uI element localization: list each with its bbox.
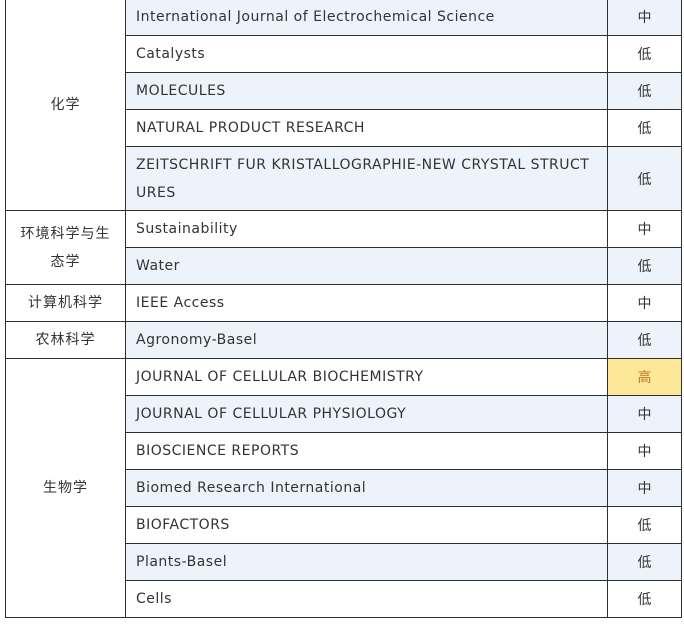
category-cell: 环境科学与生态学 xyxy=(5,210,126,285)
category-cell: 计算机科学 xyxy=(5,284,126,322)
risk-level: 中 xyxy=(607,0,682,36)
category-cell: 化学 xyxy=(5,0,126,211)
journal-name: Catalysts xyxy=(125,35,608,73)
table-row: 计算机科学 IEEE Access 中 xyxy=(5,284,682,322)
risk-level: 低 xyxy=(607,109,682,147)
journal-name: Water xyxy=(125,247,608,285)
journal-table: 化学 International Journal of Electrochemi… xyxy=(5,0,682,618)
journal-name: Sustainability xyxy=(125,210,608,248)
risk-level: 低 xyxy=(607,580,682,618)
risk-level: 低 xyxy=(607,146,682,211)
risk-level: 中 xyxy=(607,284,682,322)
risk-level: 低 xyxy=(607,506,682,544)
journal-name: Plants-Basel xyxy=(125,543,608,581)
risk-level: 中 xyxy=(607,395,682,433)
table-row: 农林科学 Agronomy-Basel 低 xyxy=(5,321,682,359)
risk-level: 低 xyxy=(607,543,682,581)
journal-name: BIOSCIENCE REPORTS xyxy=(125,432,608,470)
journal-name: Agronomy-Basel xyxy=(125,321,608,359)
journal-name: JOURNAL OF CELLULAR PHYSIOLOGY xyxy=(125,395,608,433)
journal-name: BIOFACTORS xyxy=(125,506,608,544)
journal-name: Cells xyxy=(125,580,608,618)
risk-level: 低 xyxy=(607,321,682,359)
journal-name: IEEE Access xyxy=(125,284,608,322)
journal-name: International Journal of Electrochemical… xyxy=(125,0,608,36)
category-cell: 农林科学 xyxy=(5,321,126,359)
table-row: 环境科学与生态学 Sustainability 中 xyxy=(5,210,682,285)
journal-name: MOLECULES xyxy=(125,72,608,110)
risk-level: 中 xyxy=(607,432,682,470)
journal-name: Biomed Research International xyxy=(125,469,608,507)
risk-level: 低 xyxy=(607,35,682,73)
category-cell: 生物学 xyxy=(5,358,126,618)
table-row: 生物学 JOURNAL OF CELLULAR BIOCHEMISTRY 高 xyxy=(5,358,682,618)
risk-level: 中 xyxy=(607,210,682,248)
journal-name: ZEITSCHRIFT FUR KRISTALLOGRAPHIE-NEW CRY… xyxy=(125,146,608,211)
journal-name: JOURNAL OF CELLULAR BIOCHEMISTRY xyxy=(125,358,608,396)
risk-level-high: 高 xyxy=(607,358,682,396)
table-row: 化学 International Journal of Electrochemi… xyxy=(5,0,682,211)
risk-level: 中 xyxy=(607,469,682,507)
risk-level: 低 xyxy=(607,247,682,285)
risk-level: 低 xyxy=(607,72,682,110)
journal-name: NATURAL PRODUCT RESEARCH xyxy=(125,109,608,147)
